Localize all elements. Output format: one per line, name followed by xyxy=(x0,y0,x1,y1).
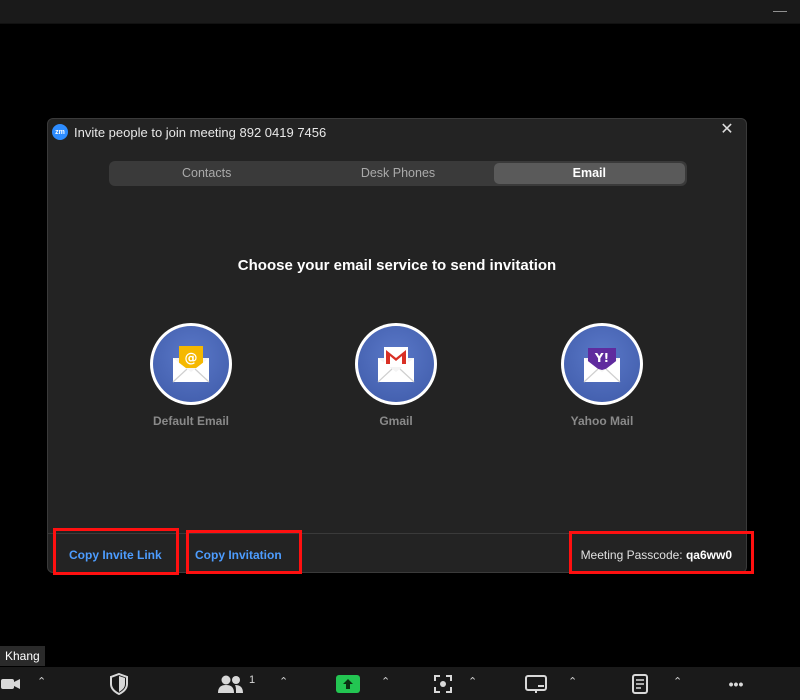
whiteboard-icon xyxy=(525,674,547,693)
passcode-value: qa6ww0 xyxy=(685,548,732,562)
window-top-bar: — xyxy=(0,0,800,24)
notes-options-chevron-icon[interactable]: ⌃ xyxy=(673,675,682,688)
meeting-passcode: Meeting Passcode: qa6ww0 xyxy=(581,548,732,562)
service-label: Yahoo Mail xyxy=(570,414,634,428)
video-button[interactable] xyxy=(0,667,22,700)
default-email-icon: @ xyxy=(172,346,210,383)
footer-divider xyxy=(48,533,746,534)
svg-text:@: @ xyxy=(185,351,198,366)
participant-name-tag: Khang xyxy=(0,646,45,666)
video-camera-icon xyxy=(1,678,20,689)
participants-count: 1 xyxy=(248,673,256,686)
security-button[interactable] xyxy=(106,667,132,700)
svg-text:Y!: Y! xyxy=(594,351,609,365)
close-icon[interactable]: ✕ xyxy=(718,121,736,139)
participants-button[interactable]: 1 xyxy=(214,667,258,700)
whiteboard-button[interactable] xyxy=(524,667,548,700)
share-options-chevron-icon[interactable]: ⌃ xyxy=(381,675,390,688)
apps-button[interactable] xyxy=(432,667,454,700)
tab-contacts[interactable]: Contacts xyxy=(111,163,302,184)
invite-tabs: Contacts Desk Phones Email xyxy=(109,161,687,186)
yahoo-mail-icon: Y! xyxy=(583,348,621,383)
service-label: Gmail xyxy=(379,414,413,428)
apps-options-chevron-icon[interactable]: ⌃ xyxy=(468,675,477,688)
service-label: Default Email xyxy=(152,414,230,428)
apps-icon xyxy=(434,674,452,693)
tab-desk-phones[interactable]: Desk Phones xyxy=(302,163,493,184)
invite-dialog: zm Invite people to join meeting 892 041… xyxy=(47,118,747,573)
service-gmail[interactable]: Gmail xyxy=(336,323,456,428)
copy-invitation-button[interactable]: Copy Invitation xyxy=(195,548,282,562)
participants-icon xyxy=(217,675,243,693)
copy-invite-link-button[interactable]: Copy Invite Link xyxy=(69,548,162,562)
participants-options-chevron-icon[interactable]: ⌃ xyxy=(279,675,288,688)
zoom-logo-icon: zm xyxy=(52,124,68,140)
whiteboard-options-chevron-icon[interactable]: ⌃ xyxy=(568,675,577,688)
service-yahoo-mail[interactable]: Y! Yahoo Mail xyxy=(542,323,662,428)
passcode-label: Meeting Passcode: xyxy=(580,548,683,562)
dialog-title: Invite people to join meeting 892 0419 7… xyxy=(74,124,327,140)
dialog-title-bar: zm Invite people to join meeting 892 041… xyxy=(48,119,746,145)
meeting-toolbar: ⌃ 1 ⌃ ⌃ ⌃ ⌃ ⌃ ••• xyxy=(0,667,800,700)
share-screen-icon xyxy=(336,674,360,693)
notes-icon xyxy=(632,673,648,694)
email-service-heading: Choose your email service to send invita… xyxy=(237,257,557,274)
notes-button[interactable] xyxy=(629,667,651,700)
share-screen-button[interactable] xyxy=(336,667,360,700)
service-default-email[interactable]: @ Default Email xyxy=(131,323,251,428)
gmail-icon xyxy=(377,347,415,383)
more-options-icon[interactable]: ••• xyxy=(722,667,750,700)
top-more-icon[interactable]: — xyxy=(773,2,788,18)
shield-icon xyxy=(110,672,128,695)
video-options-chevron-icon[interactable]: ⌃ xyxy=(37,675,46,688)
tab-email[interactable]: Email xyxy=(493,163,685,184)
